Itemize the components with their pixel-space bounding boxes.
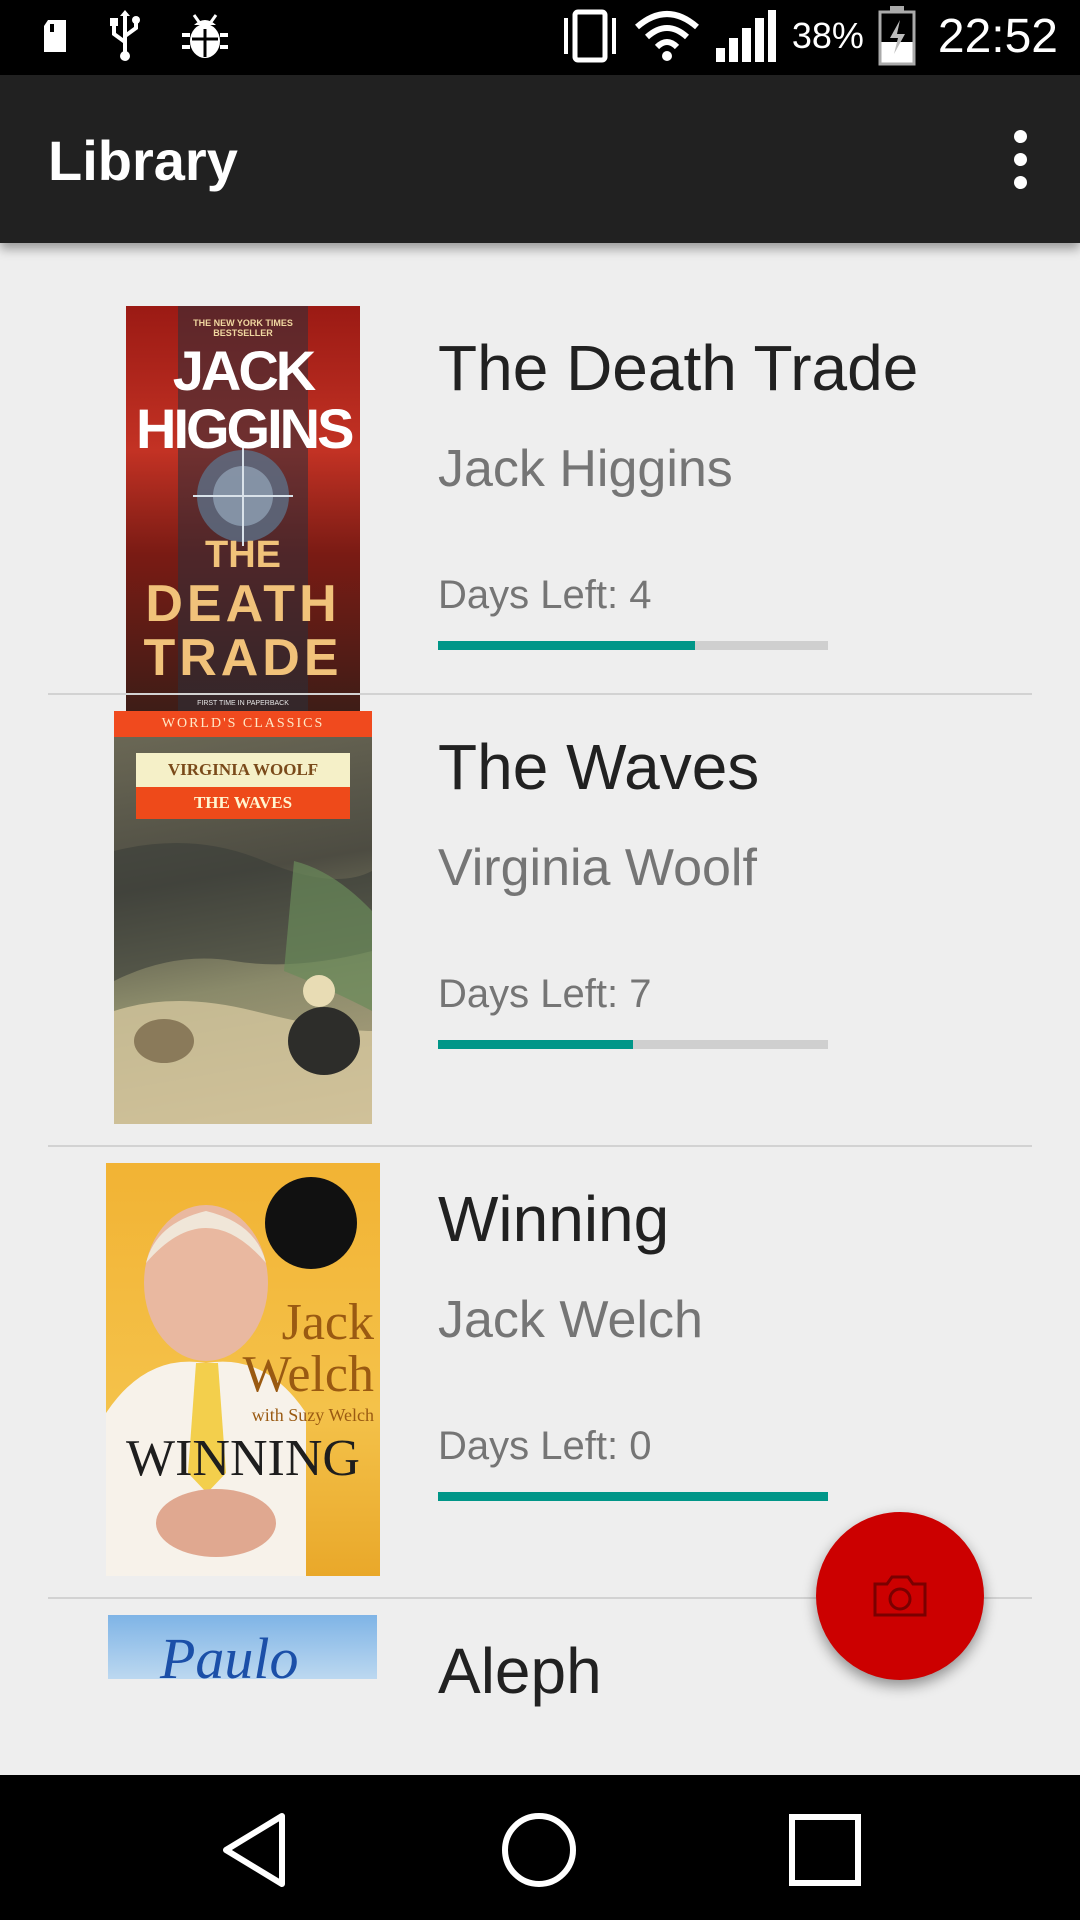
app-bar: Library bbox=[0, 75, 1080, 243]
book-title: The Waves bbox=[438, 731, 760, 803]
page-title: Library bbox=[48, 129, 238, 192]
home-icon bbox=[502, 1813, 576, 1887]
status-right-icons: 38% 22:52 bbox=[560, 6, 1058, 66]
vibrate-icon bbox=[563, 9, 616, 63]
cover-author: Jack bbox=[281, 1294, 374, 1351]
home-button[interactable] bbox=[494, 1805, 584, 1895]
book-cover: THE NEW YORK TIMES BESTSELLER JACK HIGGI… bbox=[126, 306, 360, 719]
days-left-label: Days Left: 7 bbox=[438, 972, 652, 1016]
usb-icon bbox=[110, 10, 140, 61]
debug-bug-icon bbox=[182, 14, 228, 58]
book-title: Aleph bbox=[438, 1635, 602, 1707]
cover-author: Welch bbox=[242, 1346, 374, 1403]
recents-icon bbox=[789, 1814, 861, 1886]
days-left-label: Days Left: 0 bbox=[438, 1424, 652, 1468]
camera-icon bbox=[873, 1575, 927, 1617]
book-author: Jack Welch bbox=[438, 1291, 703, 1349]
battery-percent: 38% bbox=[791, 15, 864, 56]
wifi-icon bbox=[634, 11, 699, 61]
status-bar: 38% 22:52 bbox=[0, 0, 1080, 75]
more-vert-icon bbox=[1013, 129, 1027, 143]
progress-fill bbox=[438, 1492, 828, 1501]
progress-fill bbox=[438, 1040, 633, 1049]
book-cover: Jack Welch with Suzy Welch WINNING bbox=[106, 1163, 380, 1576]
book-title: The Death Trade bbox=[438, 332, 919, 404]
book-author: Virginia Woolf bbox=[438, 839, 757, 897]
status-left-icons bbox=[40, 10, 230, 62]
book-title: Winning bbox=[438, 1183, 670, 1255]
book-author: Jack Higgins bbox=[438, 440, 733, 498]
back-icon bbox=[223, 1813, 285, 1887]
battery-charging-icon bbox=[878, 6, 916, 66]
more-options-button[interactable] bbox=[990, 123, 1050, 195]
cover-title-line: THE bbox=[205, 534, 281, 576]
book-cover: WORLD'S CLASSICS VIRGINIA WOOLF THE WAVE… bbox=[114, 711, 372, 1124]
cover-author: Paulo bbox=[160, 1626, 299, 1679]
days-left-progress bbox=[438, 1040, 828, 1049]
days-left-progress bbox=[438, 1492, 828, 1501]
recents-button[interactable] bbox=[780, 1805, 870, 1895]
book-cover: Paulo bbox=[108, 1615, 377, 1679]
camera-fab-button[interactable] bbox=[816, 1512, 984, 1680]
cover-top-text: THE NEW YORK TIMES BESTSELLER bbox=[193, 318, 293, 338]
cover-author: JACK HIGGINS bbox=[136, 339, 354, 460]
days-left-label: Days Left: 4 bbox=[438, 573, 652, 617]
cover-title: WINNING bbox=[126, 1430, 360, 1487]
sd-card-icon bbox=[44, 20, 66, 52]
signal-icon bbox=[715, 10, 776, 62]
clock: 22:52 bbox=[937, 9, 1058, 63]
cover-title-line: TRADE bbox=[143, 629, 343, 687]
cover-coauthor: with Suzy Welch bbox=[251, 1405, 374, 1425]
cover-title-line: DEATH bbox=[145, 575, 341, 633]
book-list[interactable]: THE NEW YORK TIMES BESTSELLER JACK HIGGI… bbox=[0, 243, 1080, 1725]
list-item[interactable]: THE NEW YORK TIMES BESTSELLER JACK HIGGI… bbox=[0, 243, 1080, 719]
back-button[interactable] bbox=[210, 1805, 300, 1895]
days-left-progress bbox=[438, 641, 828, 650]
progress-fill bbox=[438, 641, 696, 650]
navigation-bar bbox=[0, 1775, 1080, 1920]
list-item[interactable]: WORLD'S CLASSICS VIRGINIA WOOLF THE WAVE… bbox=[0, 695, 1080, 1147]
